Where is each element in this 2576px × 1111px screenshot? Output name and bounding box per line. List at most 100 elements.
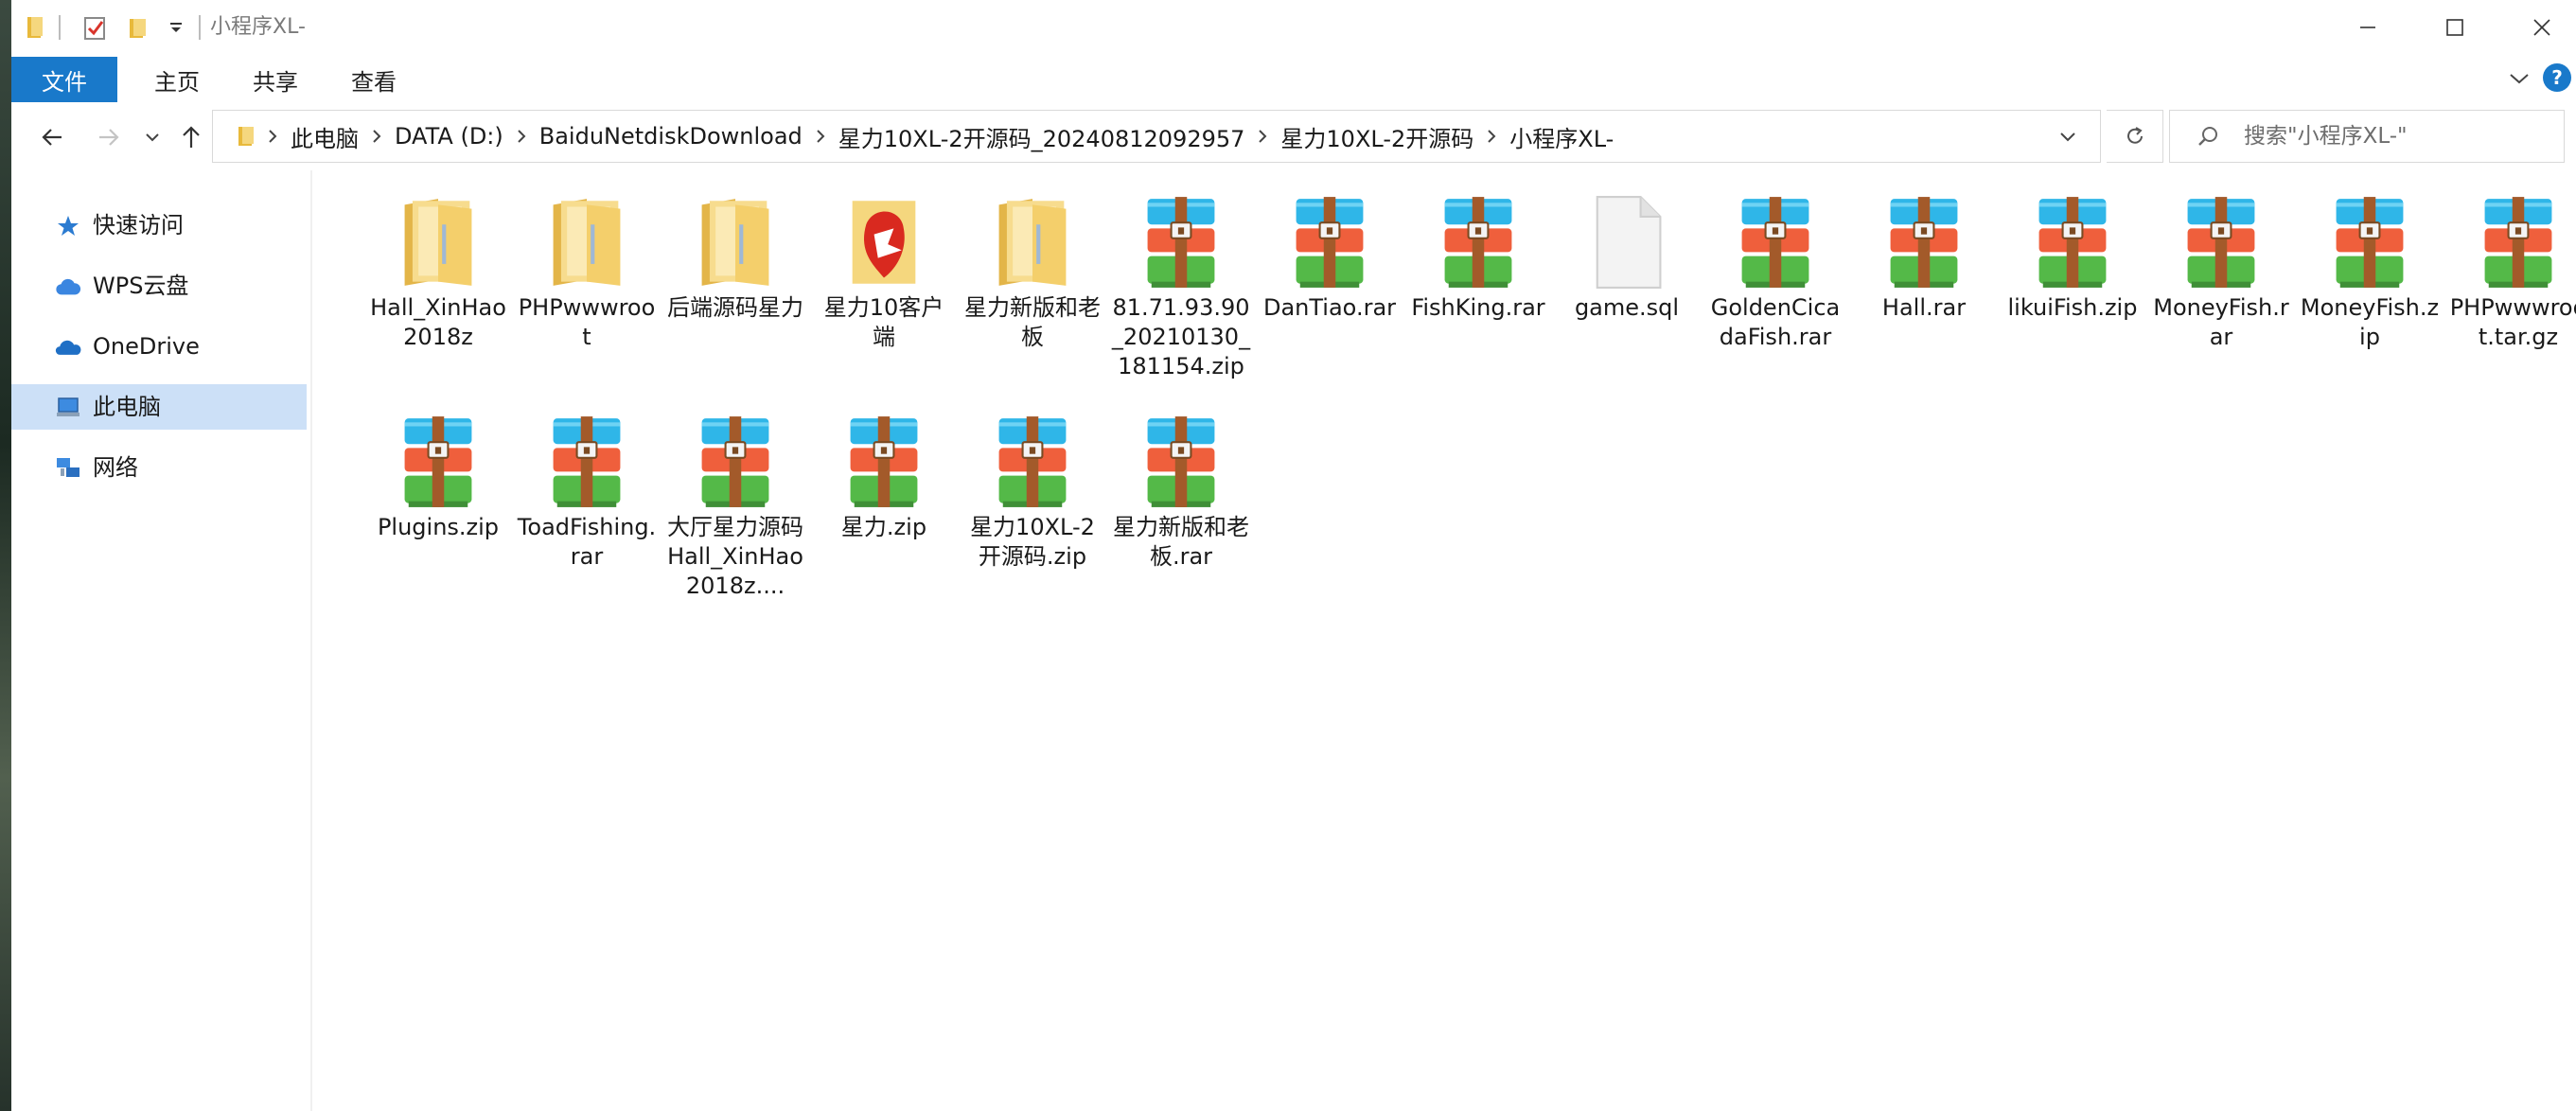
file-item[interactable]: game.sql	[1556, 191, 1698, 323]
file-item[interactable]: 星力新版和老板	[962, 191, 1103, 352]
network-icon	[55, 455, 81, 482]
sidebar-item-onedrive[interactable]: OneDrive	[11, 324, 307, 369]
file-item[interactable]: Hall_XinHao2018z	[367, 191, 509, 352]
file-name: PHPwwwroot	[518, 294, 656, 350]
file-item[interactable]: 星力10客户端	[813, 191, 955, 352]
onedrive-icon	[55, 334, 81, 361]
help-icon: ?	[2543, 63, 2571, 92]
close-button[interactable]	[2498, 0, 2576, 55]
archive-icon	[1110, 191, 1252, 290]
archive-icon	[1259, 191, 1401, 290]
file-item[interactable]: Hall.rar	[1853, 191, 1995, 323]
maximize-icon	[2446, 19, 2463, 36]
close-icon	[2533, 19, 2550, 36]
file-item[interactable]: 星力10XL-2开源码.zip	[962, 411, 1103, 572]
sidebar-item-wps-cloud[interactable]: WPS云盘	[11, 263, 307, 309]
minimize-button[interactable]	[2324, 0, 2411, 55]
recent-locations-button[interactable]	[138, 117, 167, 157]
folder-small-icon	[232, 125, 260, 148]
chevron-right-icon[interactable]	[1479, 129, 1504, 144]
file-item[interactable]: PHPwwwroot.tar.gz	[2447, 191, 2576, 352]
breadcrumb-item[interactable]: DATA (D:)	[389, 123, 509, 150]
archive-icon	[962, 411, 1103, 509]
computer-icon	[55, 395, 81, 421]
file-item[interactable]: GoldenCicadaFish.rar	[1704, 191, 1846, 352]
file-name: Plugins.zip	[377, 514, 500, 540]
expand-ribbon-button[interactable]	[2500, 59, 2538, 98]
chevron-right-icon[interactable]	[1250, 129, 1275, 144]
file-item[interactable]: MoneyFish.zip	[2299, 191, 2441, 352]
forward-button[interactable]	[87, 117, 131, 157]
archive-icon	[516, 411, 658, 509]
chevron-right-icon[interactable]	[509, 129, 534, 144]
breadcrumb-item[interactable]: BaiduNetdiskDownload	[534, 123, 808, 150]
archive-icon	[2150, 191, 2292, 290]
file-item[interactable]: ToadFishing.rar	[516, 411, 658, 572]
file-item[interactable]: 81.71.93.90_20210130_181154.zip	[1110, 191, 1252, 381]
sidebar-item-label: WPS云盘	[93, 273, 189, 299]
address-history-button[interactable]	[2049, 116, 2087, 156]
back-button[interactable]	[30, 117, 74, 157]
chevron-right-icon	[260, 129, 285, 144]
file-name: 后端源码星力	[667, 294, 803, 321]
new-folder-icon[interactable]	[123, 13, 153, 42]
address-bar[interactable]: 此电脑 DATA (D:) BaiduNetdiskDownload 星力10X…	[212, 110, 2101, 163]
chevron-down-icon	[146, 133, 159, 142]
chevron-down-icon	[2060, 132, 2075, 142]
file-name: 81.71.93.90_20210130_181154.zip	[1111, 294, 1251, 379]
file-item[interactable]: DanTiao.rar	[1259, 191, 1401, 323]
tab-home[interactable]: 主页	[123, 57, 231, 102]
file-item[interactable]: 星力.zip	[813, 411, 955, 542]
sidebar-item-label: 网络	[93, 454, 138, 481]
breadcrumb-item[interactable]: 星力10XL-2开源码	[1275, 120, 1479, 153]
help-button[interactable]: ?	[2542, 61, 2572, 95]
archive-icon	[664, 411, 806, 509]
sidebar-item-label: OneDrive	[93, 333, 200, 360]
folder-icon	[516, 191, 658, 290]
file-name: MoneyFish.zip	[2300, 294, 2440, 350]
file-item[interactable]: likuiFish.zip	[2002, 191, 2144, 323]
properties-check-icon[interactable]	[79, 13, 112, 42]
chevron-right-icon[interactable]	[364, 129, 389, 144]
file-name: ToadFishing.rar	[517, 514, 657, 570]
tab-file[interactable]: 文件	[11, 57, 117, 102]
file-item[interactable]: FishKing.rar	[1407, 191, 1549, 323]
search-input[interactable]: 搜索"小程序XL-"	[2169, 110, 2565, 163]
breadcrumb-item[interactable]: 小程序XL-	[1504, 120, 1619, 153]
maximize-button[interactable]	[2411, 0, 2498, 55]
file-name: game.sql	[1574, 294, 1680, 321]
sidebar-item-network[interactable]: 网络	[11, 445, 307, 490]
sidebar-item-this-pc[interactable]: 此电脑	[11, 384, 307, 430]
file-name: 星力新版和老板	[964, 294, 1101, 350]
cloud-icon	[55, 273, 81, 300]
file-item[interactable]: 后端源码星力	[664, 191, 806, 323]
app-folder-icon	[813, 191, 955, 290]
tab-share[interactable]: 共享	[221, 57, 329, 102]
refresh-button[interactable]	[2107, 110, 2163, 163]
up-button[interactable]	[172, 117, 210, 157]
customize-dropdown-icon[interactable]	[163, 13, 189, 42]
ribbon-tabs: 文件 主页 共享 查看 ?	[11, 55, 2576, 104]
breadcrumb: 此电脑 DATA (D:) BaiduNetdiskDownload 星力10X…	[232, 111, 1619, 162]
sidebar-item-label: 快速访问	[93, 212, 184, 238]
file-item[interactable]: 星力新版和老板.rar	[1110, 411, 1252, 572]
window-title: 小程序XL-	[210, 15, 306, 39]
folder-icon	[664, 191, 806, 290]
title-bar: 小程序XL-	[11, 0, 2576, 55]
file-item[interactable]: PHPwwwroot	[516, 191, 658, 352]
chevron-right-icon[interactable]	[808, 129, 833, 144]
file-item[interactable]: 大厅星力源码Hall_XinHao2018z....	[664, 411, 806, 601]
folder-icon	[367, 191, 509, 290]
arrow-left-icon	[42, 129, 62, 146]
tab-view[interactable]: 查看	[320, 57, 428, 102]
file-item[interactable]: MoneyFish.rar	[2150, 191, 2292, 352]
breadcrumb-item[interactable]: 星力10XL-2开源码_20240812092957	[833, 120, 1251, 153]
file-name: FishKing.rar	[1411, 294, 1545, 321]
archive-icon	[813, 411, 955, 509]
file-name: PHPwwwroot.tar.gz	[2449, 294, 2576, 350]
sidebar-item-quick-access[interactable]: 快速访问	[11, 203, 307, 248]
folder-icon[interactable]	[21, 13, 49, 42]
breadcrumb-item[interactable]: 此电脑	[285, 120, 364, 153]
file-item[interactable]: Plugins.zip	[367, 411, 509, 542]
search-icon	[2189, 117, 2227, 155]
